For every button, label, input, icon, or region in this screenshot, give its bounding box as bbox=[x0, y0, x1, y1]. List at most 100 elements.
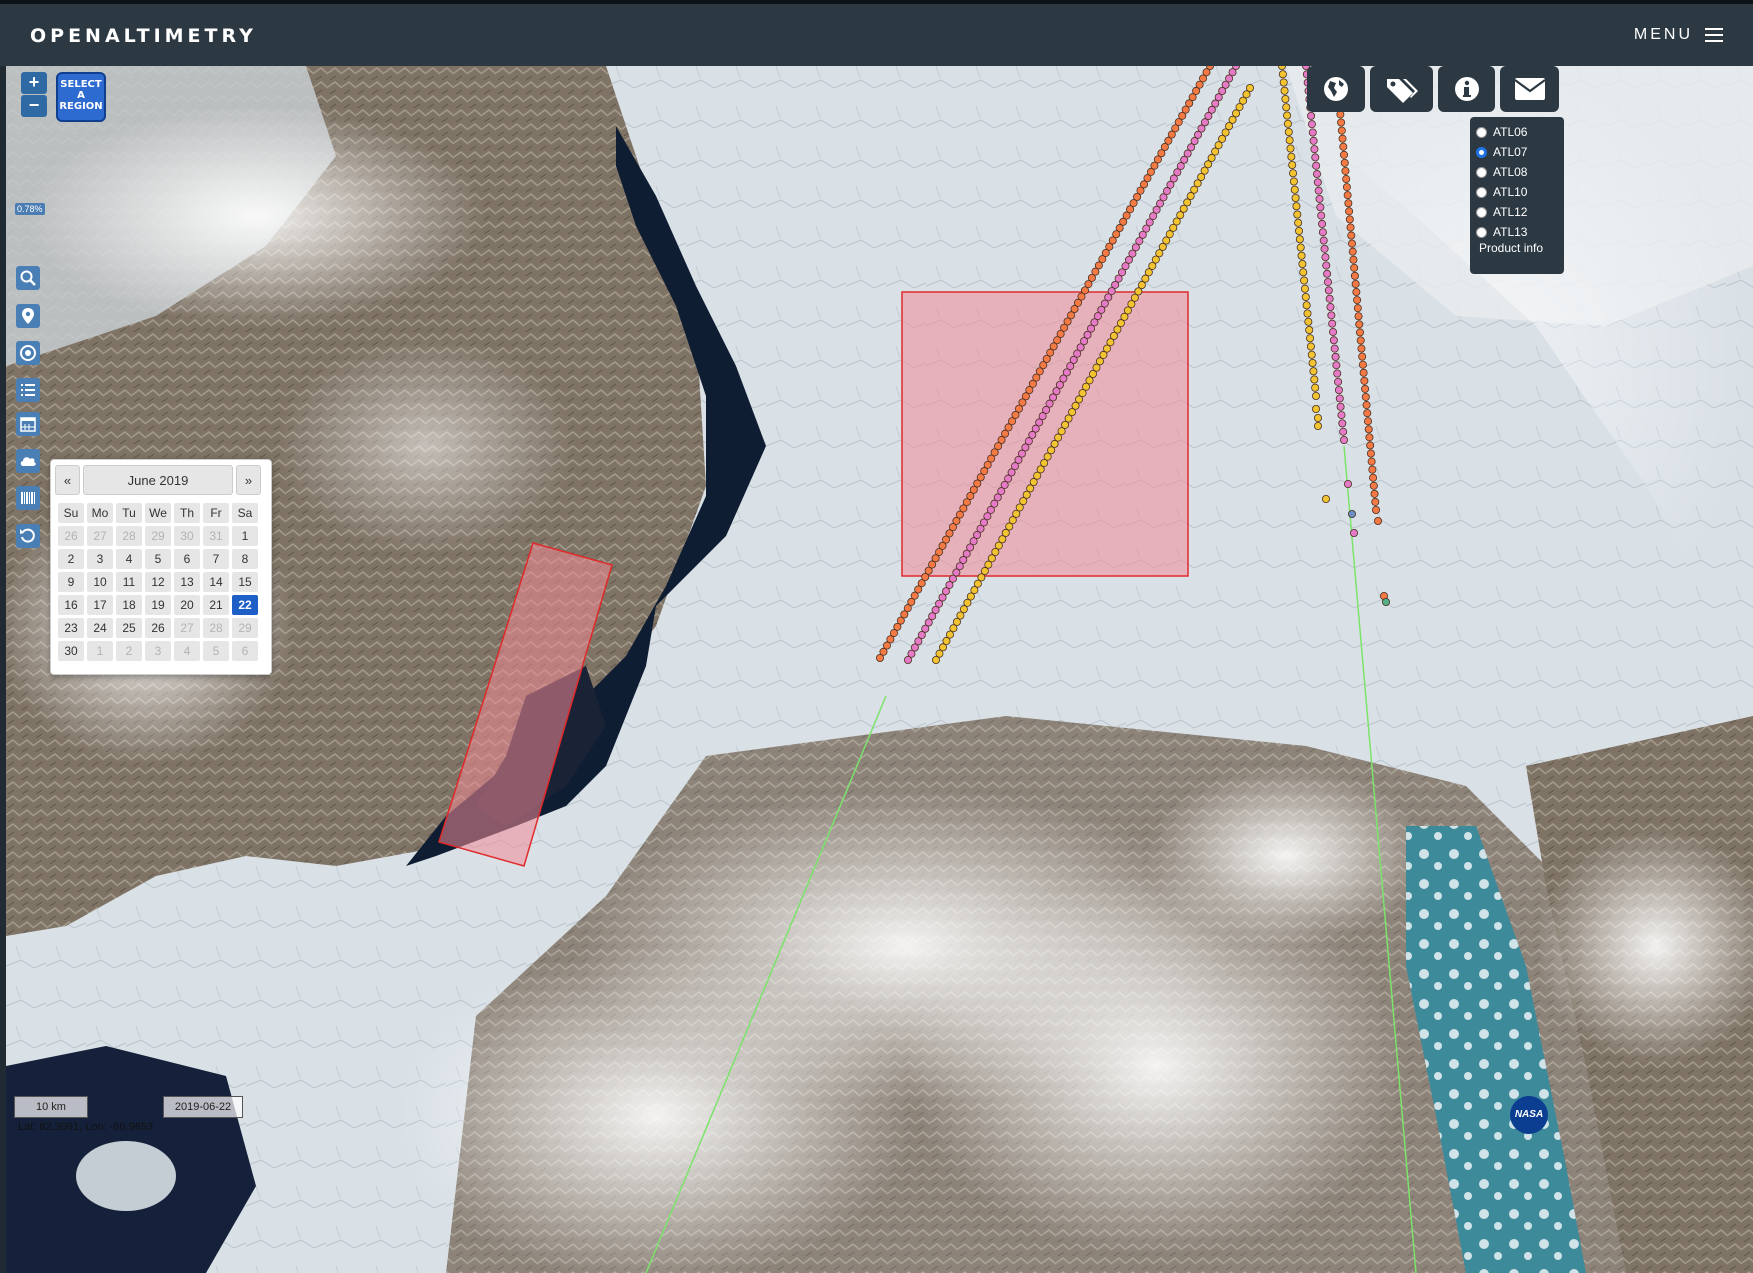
pink-track-2-point[interactable] bbox=[1320, 244, 1329, 253]
orange-track-2-point[interactable] bbox=[1337, 118, 1346, 127]
pink-track-2-point[interactable] bbox=[1334, 386, 1343, 395]
calendar-day[interactable]: 29 bbox=[232, 618, 258, 638]
pink-track-2-point[interactable] bbox=[1322, 261, 1331, 270]
pink-track-point[interactable] bbox=[904, 656, 913, 665]
track-point[interactable] bbox=[1350, 528, 1359, 537]
target-button[interactable] bbox=[16, 341, 40, 365]
yellow-track-2-point[interactable] bbox=[1282, 103, 1291, 112]
product-option-atl13[interactable]: ATL13 bbox=[1476, 223, 1527, 241]
cloud-button[interactable] bbox=[16, 449, 40, 473]
radio-button[interactable] bbox=[1476, 146, 1487, 158]
orange-track-2-point[interactable] bbox=[1351, 279, 1360, 288]
map-view[interactable]: + − SELECT A REGION 0.78% « June 2019 » … bbox=[6, 66, 1753, 1273]
calendar-day[interactable]: 31 bbox=[203, 526, 229, 546]
pink-track-2-point[interactable] bbox=[1316, 203, 1325, 212]
yellow-track-2-point[interactable] bbox=[1306, 334, 1315, 343]
yellow-track-2-point[interactable] bbox=[1304, 317, 1313, 326]
pink-track-2-point[interactable] bbox=[1307, 111, 1316, 120]
product-info-link[interactable]: Product info bbox=[1479, 241, 1543, 255]
orange-track-2-point[interactable] bbox=[1342, 183, 1351, 192]
product-option-atl08[interactable]: ATL08 bbox=[1476, 163, 1527, 181]
tags-button[interactable] bbox=[1370, 66, 1433, 112]
yellow-track-2-point[interactable] bbox=[1301, 292, 1310, 301]
product-option-atl06[interactable]: ATL06 bbox=[1476, 123, 1527, 141]
yellow-track-2-point[interactable] bbox=[1281, 94, 1290, 103]
yellow-track-2-point[interactable] bbox=[1288, 161, 1297, 170]
orange-track-2-point[interactable] bbox=[1371, 497, 1380, 506]
yellow-track-2-point[interactable] bbox=[1286, 144, 1295, 153]
orange-track-2-point[interactable] bbox=[1352, 288, 1361, 297]
calendar-day[interactable]: 28 bbox=[116, 526, 142, 546]
track-point[interactable] bbox=[1314, 421, 1323, 430]
yellow-track-2-point[interactable] bbox=[1302, 301, 1311, 310]
yellow-track-2-point[interactable] bbox=[1311, 383, 1320, 392]
yellow-track-2-point[interactable] bbox=[1309, 367, 1318, 376]
orange-track-2-point[interactable] bbox=[1348, 247, 1357, 256]
orange-track-2-point[interactable] bbox=[1363, 409, 1372, 418]
yellow-track-2-point[interactable] bbox=[1299, 268, 1308, 277]
yellow-track-2-point[interactable] bbox=[1284, 128, 1293, 137]
pink-track-2-point[interactable] bbox=[1318, 219, 1327, 228]
pink-track-2-point[interactable] bbox=[1329, 336, 1338, 345]
pink-track-2-point[interactable] bbox=[1333, 369, 1342, 378]
orange-track-2-point[interactable] bbox=[1341, 166, 1350, 175]
pink-track-2-point[interactable] bbox=[1310, 145, 1319, 154]
orange-track-2-point[interactable] bbox=[1364, 417, 1373, 426]
calendar-day[interactable]: 30 bbox=[58, 641, 84, 661]
yellow-track-2-point[interactable] bbox=[1291, 193, 1300, 202]
orange-track-2-point[interactable] bbox=[1339, 142, 1348, 151]
calendar-day[interactable]: 24 bbox=[87, 618, 113, 638]
orange-track-point[interactable] bbox=[876, 654, 885, 663]
product-option-atl12[interactable]: ATL12 bbox=[1476, 203, 1527, 221]
orange-track-2-point[interactable] bbox=[1361, 392, 1370, 401]
calendar-day[interactable]: 27 bbox=[87, 526, 113, 546]
globe-button[interactable] bbox=[1307, 66, 1365, 112]
orange-track-2-point[interactable] bbox=[1354, 312, 1363, 321]
orange-track-2-point[interactable] bbox=[1345, 207, 1354, 216]
pink-track-2-point[interactable] bbox=[1335, 394, 1344, 403]
calendar-day[interactable]: 3 bbox=[87, 549, 113, 569]
yellow-track-point[interactable] bbox=[932, 656, 941, 665]
pink-track-2-point[interactable] bbox=[1331, 352, 1340, 361]
calendar-day[interactable]: 21 bbox=[203, 595, 229, 615]
calendar-day[interactable]: 19 bbox=[145, 595, 171, 615]
pink-track-2-point[interactable] bbox=[1313, 178, 1322, 187]
calendar-day[interactable]: 5 bbox=[203, 641, 229, 661]
yellow-track-2-point[interactable] bbox=[1280, 86, 1289, 95]
yellow-track-2-point[interactable] bbox=[1310, 375, 1319, 384]
calendar-button[interactable] bbox=[16, 412, 40, 436]
calendar-day[interactable]: 6 bbox=[232, 641, 258, 661]
yellow-track-2-point[interactable] bbox=[1303, 309, 1312, 318]
brand-logo[interactable]: OPENALTIMETRY bbox=[30, 25, 257, 47]
yellow-track-2-point[interactable] bbox=[1300, 276, 1309, 285]
menu-button[interactable]: MENU bbox=[1634, 26, 1723, 44]
calendar-day[interactable]: 1 bbox=[87, 641, 113, 661]
calendar-day[interactable]: 26 bbox=[145, 618, 171, 638]
pink-track-2-point[interactable] bbox=[1319, 236, 1328, 245]
pink-track-2-point[interactable] bbox=[1332, 361, 1341, 370]
orange-track-2-point[interactable] bbox=[1361, 384, 1370, 393]
yellow-track-2-point[interactable] bbox=[1297, 251, 1306, 260]
yellow-track-2-point[interactable] bbox=[1279, 78, 1288, 87]
pink-track-2-point[interactable] bbox=[1323, 269, 1332, 278]
pink-track-2-point[interactable] bbox=[1308, 128, 1317, 137]
pink-track-2-point[interactable] bbox=[1337, 411, 1346, 420]
pink-track-2-point[interactable] bbox=[1329, 327, 1338, 336]
calendar-day[interactable]: 29 bbox=[145, 526, 171, 546]
yellow-track-2-point[interactable] bbox=[1312, 391, 1321, 400]
calendar-day[interactable]: 28 bbox=[203, 618, 229, 638]
calendar-day[interactable]: 30 bbox=[174, 526, 200, 546]
next-month-button[interactable]: » bbox=[236, 465, 261, 495]
orange-track-2-point[interactable] bbox=[1350, 271, 1359, 280]
yellow-track-2-point[interactable] bbox=[1287, 152, 1296, 161]
pink-track-2-point[interactable] bbox=[1326, 303, 1335, 312]
orange-track-2-point[interactable] bbox=[1342, 175, 1351, 184]
orange-track-2-point[interactable] bbox=[1366, 449, 1375, 458]
pink-track-2-point[interactable] bbox=[1323, 278, 1332, 287]
contact-button[interactable] bbox=[1500, 66, 1559, 112]
orange-track-2-point[interactable] bbox=[1359, 368, 1368, 377]
orange-track-2-point[interactable] bbox=[1344, 199, 1353, 208]
calendar-day[interactable]: 27 bbox=[174, 618, 200, 638]
orange-track-2-point[interactable] bbox=[1367, 457, 1376, 466]
pink-track-2-point[interactable] bbox=[1312, 170, 1321, 179]
